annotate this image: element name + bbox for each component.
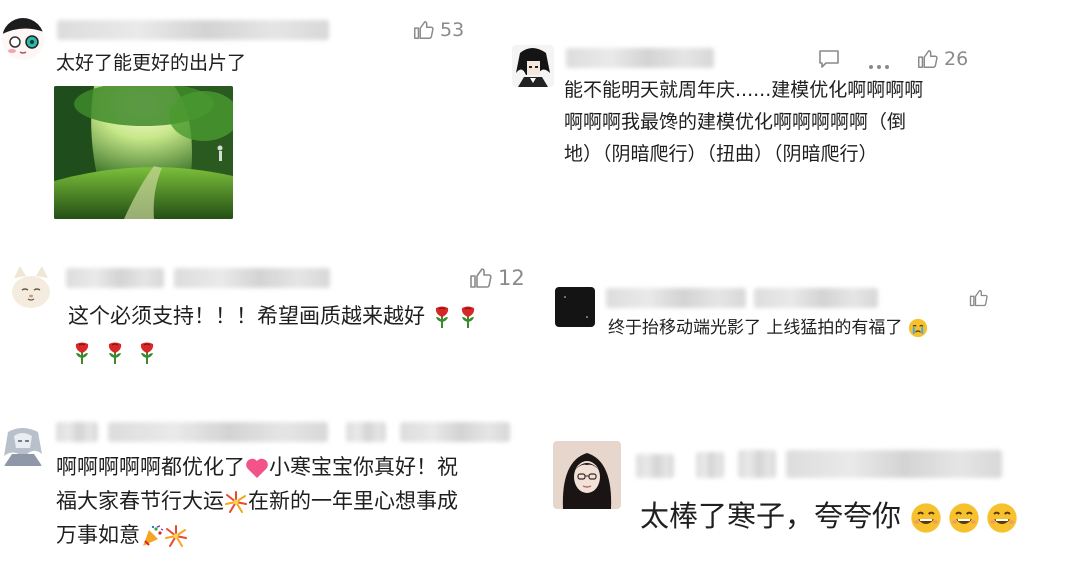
comment-image[interactable] (54, 86, 233, 219)
username-blurred[interactable] (636, 454, 674, 478)
avatar[interactable] (8, 264, 54, 310)
heart-emoji (246, 458, 268, 478)
comment-card: 53 太好了能更好的出片了 (0, 0, 480, 230)
avatar[interactable] (2, 18, 44, 60)
username-blurred[interactable] (606, 288, 746, 308)
comment-text: 终于抬移动端光影了 上线猛拍的有福了 (608, 312, 928, 344)
username-blurred[interactable] (57, 20, 329, 40)
comment-line: 能不能明天就周年庆......建模优化啊啊啊啊 (564, 79, 924, 101)
comment-card: 终于抬移动端光影了 上线猛拍的有福了 (540, 270, 1080, 370)
rose-emoji (105, 341, 125, 365)
like-button[interactable]: 53 (412, 19, 464, 41)
comment-line: 福大家春节行大运 (56, 489, 224, 513)
grinning-emoji (948, 502, 980, 534)
comment-card: 26 能不能明天就周年庆......建模优化啊啊啊啊 啊啊啊我最馋的建模优化啊啊… (500, 0, 1080, 230)
comment-card: 12 这个必须支持！！！希望画质越来越好 (0, 250, 540, 380)
username-blurred[interactable] (786, 450, 1002, 478)
like-count: 26 (944, 48, 969, 70)
firework-emoji (164, 524, 188, 548)
like-count: 12 (498, 266, 525, 290)
rose-emoji (458, 305, 478, 329)
comment-text: 啊啊啊啊啊都优化了 小寒宝宝你真好！祝 福大家春节行大运 在新的一年里心想事成 万事… (56, 450, 458, 552)
comment-line: 在新的一年里心想事成 (248, 489, 458, 513)
more-dots-icon (869, 65, 889, 69)
username-blurred[interactable] (400, 422, 510, 442)
thumbs-up-icon (468, 266, 492, 290)
firework-emoji (224, 490, 248, 514)
comment-line: 啊啊啊啊啊都优化了 (56, 455, 245, 479)
rose-emoji (432, 305, 452, 329)
comment-line: 太棒了寒子，夸夸你 (640, 499, 902, 533)
avatar[interactable] (512, 45, 554, 87)
more-button[interactable] (868, 55, 890, 74)
rose-emoji (72, 341, 92, 365)
username-blurred[interactable] (566, 48, 714, 68)
like-button[interactable]: 12 (468, 266, 525, 290)
comment-text: 能不能明天就周年庆......建模优化啊啊啊啊 啊啊啊我最馋的建模优化啊啊啊啊啊… (564, 74, 923, 170)
comment-icon (819, 50, 839, 68)
avatar[interactable] (553, 441, 621, 509)
username-blurred[interactable] (346, 422, 386, 442)
grinning-emoji (986, 502, 1018, 534)
comment-line: 万事如意 (56, 523, 140, 547)
thumbs-up-icon (412, 19, 434, 41)
comment-card: 太棒了寒子，夸夸你 (540, 430, 1080, 566)
username-blurred[interactable] (754, 288, 878, 308)
avatar[interactable] (2, 424, 44, 466)
username-blurred[interactable] (738, 450, 776, 478)
username-blurred[interactable] (174, 268, 330, 288)
grinning-emoji (910, 502, 942, 534)
comment-line: 这个必须支持！！！希望画质越来越好 (68, 304, 425, 328)
comment-line: 终于抬移动端光影了 上线猛拍的有福了 (608, 318, 903, 338)
comment-text: 太好了能更好的出片了 (56, 47, 246, 79)
comment-line: 小寒宝宝你真好！祝 (269, 455, 458, 479)
avatar[interactable] (555, 287, 595, 327)
rose-emoji (137, 341, 157, 365)
thumbs-up-icon (968, 288, 988, 308)
username-blurred[interactable] (108, 422, 328, 442)
username-blurred[interactable] (696, 452, 724, 478)
reply-button[interactable] (818, 49, 840, 73)
comment-line: 啊啊啊我最馋的建模优化啊啊啊啊啊（倒 (564, 111, 907, 133)
like-count: 53 (440, 19, 465, 41)
crying-emoji (908, 318, 928, 338)
comment-card: 啊啊啊啊啊都优化了 小寒宝宝你真好！祝 福大家春节行大运 在新的一年里心想事成 万事… (0, 410, 540, 566)
like-button[interactable] (968, 288, 994, 308)
forest-image (54, 86, 233, 219)
comment-text: 太棒了寒子，夸夸你 (640, 494, 1018, 538)
comment-text: 这个必须支持！！！希望画质越来越好 (68, 298, 478, 370)
thumbs-up-icon (916, 48, 938, 70)
party-popper-emoji (140, 524, 164, 548)
like-button[interactable]: 26 (916, 48, 968, 70)
username-blurred[interactable] (56, 422, 98, 442)
comment-line: 太好了能更好的出片了 (56, 52, 247, 74)
username-blurred[interactable] (66, 268, 164, 288)
comment-line: 地）（阴暗爬行）（扭曲）（阴暗爬行） (564, 143, 878, 165)
